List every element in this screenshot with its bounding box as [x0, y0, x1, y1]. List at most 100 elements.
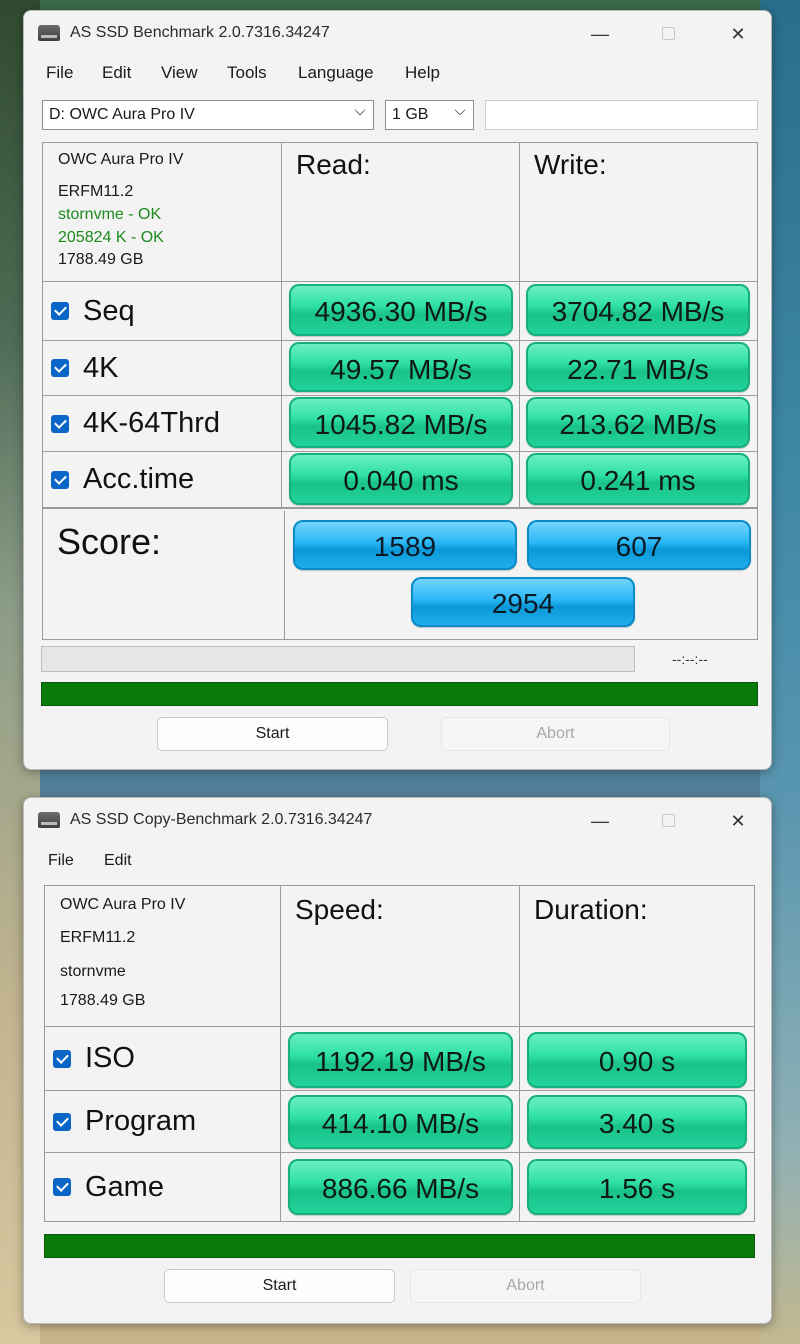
minimize-icon: — [591, 811, 609, 831]
menu-help[interactable]: Help [405, 63, 440, 83]
acctime-read-value: 0.040 ms [289, 453, 513, 505]
chevron-down-icon [354, 104, 366, 116]
seq-write-value: 3704.82 MB/s [526, 284, 750, 336]
menu-file[interactable]: File [48, 852, 74, 870]
maximize-icon [661, 814, 675, 827]
checkbox-checked-icon[interactable] [51, 359, 69, 377]
maximize-icon [661, 27, 675, 40]
close-icon: ✕ [730, 811, 746, 831]
drive-firmware: ERFM11.2 [58, 183, 134, 200]
game-speed-value: 886.66 MB/s [288, 1159, 513, 1215]
4k-write-value: 22.71 MB/s [526, 342, 750, 392]
hard-drive-icon [38, 812, 60, 828]
chevron-down-icon [454, 104, 466, 116]
close-icon: ✕ [730, 24, 746, 44]
score-label-cell: Score: [43, 511, 285, 639]
maximize-button[interactable] [648, 808, 688, 834]
menu-file[interactable]: File [46, 63, 73, 83]
drive-model: OWC Aura Pro IV [58, 151, 184, 168]
row-label-text: ISO [85, 1042, 135, 1074]
overall-progress-bar [44, 1234, 755, 1258]
row-label-4k64: 4K-64Thrd [43, 396, 282, 452]
abort-button[interactable]: Abort [410, 1269, 641, 1303]
menu-view[interactable]: View [161, 63, 198, 83]
score-label: Score: [57, 521, 162, 562]
overall-progress-bar [41, 682, 758, 706]
minimize-button[interactable]: — [580, 808, 620, 834]
checkbox-checked-icon[interactable] [53, 1112, 71, 1131]
checkbox-checked-icon[interactable] [51, 414, 69, 433]
program-duration-value: 3.40 s [527, 1095, 747, 1149]
4k-read-value: 49.57 MB/s [289, 342, 513, 392]
drive-info-panel: OWC Aura Pro IV ERFM11.2 stornvme 1788.4… [45, 886, 281, 1027]
benchmark-window: AS SSD Benchmark 2.0.7316.34247 — ✕ File… [23, 10, 772, 770]
row-label-text: Seq [83, 294, 135, 327]
4k64-read-value: 1045.82 MB/s [289, 397, 513, 448]
iso-speed-value: 1192.19 MB/s [288, 1032, 513, 1088]
write-header: Write: [534, 149, 607, 180]
duration-header-cell: Duration: [520, 886, 754, 1027]
read-header-cell: Read: [282, 143, 520, 282]
row-label-text: Acc.time [83, 463, 195, 495]
window-title: AS SSD Copy-Benchmark 2.0.7316.34247 [70, 811, 373, 828]
seq-read-value: 4936.30 MB/s [289, 284, 513, 336]
copy-benchmark-window: AS SSD Copy-Benchmark 2.0.7316.34247 — ✕… [23, 797, 772, 1324]
start-button[interactable]: Start [157, 717, 388, 751]
duration-header: Duration: [534, 894, 648, 925]
drive-alignment-status: 205824 K - OK [58, 229, 164, 246]
row-label-iso: ISO [45, 1027, 281, 1091]
elapsed-timer: --:--:-- [672, 651, 708, 667]
test-progress-bar [41, 646, 635, 672]
close-button[interactable]: ✕ [718, 808, 758, 834]
row-label-text: 4K-64Thrd [83, 407, 221, 439]
size-select-value: 1 GB [392, 106, 429, 123]
title-bar[interactable]: AS SSD Benchmark 2.0.7316.34247 — ✕ [24, 11, 771, 57]
close-button[interactable]: ✕ [718, 21, 758, 47]
drive-capacity: 1788.49 GB [60, 992, 146, 1009]
maximize-button[interactable] [648, 21, 688, 47]
checkbox-checked-icon[interactable] [53, 1049, 71, 1068]
size-select[interactable]: 1 GB [385, 100, 474, 130]
row-label-game: Game [45, 1153, 281, 1221]
score-write-value: 607 [527, 520, 751, 570]
status-textbox[interactable] [485, 100, 758, 130]
drive-driver: stornvme [60, 963, 126, 980]
row-label-text: Game [85, 1170, 164, 1203]
drive-info-panel: OWC Aura Pro IV ERFM11.2 stornvme - OK 2… [43, 143, 282, 282]
checkbox-checked-icon[interactable] [53, 1178, 71, 1196]
speed-header-cell: Speed: [281, 886, 520, 1027]
checkbox-checked-icon[interactable] [51, 470, 69, 489]
acctime-write-value: 0.241 ms [526, 453, 750, 505]
row-label-program: Program [45, 1091, 281, 1153]
game-duration-value: 1.56 s [527, 1159, 747, 1215]
4k64-write-value: 213.62 MB/s [526, 397, 750, 448]
write-header-cell: Write: [520, 143, 757, 282]
menu-tools[interactable]: Tools [227, 63, 267, 83]
minimize-button[interactable]: — [580, 21, 620, 47]
iso-duration-value: 0.90 s [527, 1032, 747, 1088]
speed-header: Speed: [295, 894, 384, 925]
drive-select[interactable]: D: OWC Aura Pro IV [42, 100, 374, 130]
menu-edit[interactable]: Edit [102, 63, 131, 83]
window-title: AS SSD Benchmark 2.0.7316.34247 [70, 24, 330, 41]
menu-edit[interactable]: Edit [104, 852, 132, 870]
row-label-4k: 4K [43, 341, 282, 396]
row-label-acctime: Acc.time [43, 452, 282, 509]
title-bar[interactable]: AS SSD Copy-Benchmark 2.0.7316.34247 — ✕ [24, 798, 771, 844]
read-header: Read: [296, 149, 371, 180]
drive-capacity: 1788.49 GB [58, 251, 144, 268]
drive-select-value: D: OWC Aura Pro IV [49, 106, 195, 123]
drive-firmware: ERFM11.2 [60, 929, 136, 946]
checkbox-checked-icon[interactable] [51, 302, 69, 320]
program-speed-value: 414.10 MB/s [288, 1095, 513, 1149]
drive-model: OWC Aura Pro IV [60, 896, 186, 913]
hard-drive-icon [38, 25, 60, 41]
score-read-value: 1589 [293, 520, 517, 570]
row-label-seq: Seq [43, 282, 282, 341]
abort-button[interactable]: Abort [441, 717, 670, 751]
minimize-icon: — [591, 24, 609, 44]
start-button[interactable]: Start [164, 1269, 395, 1303]
row-label-text: Program [85, 1105, 197, 1137]
menu-language[interactable]: Language [298, 63, 374, 83]
row-label-text: 4K [83, 351, 119, 384]
